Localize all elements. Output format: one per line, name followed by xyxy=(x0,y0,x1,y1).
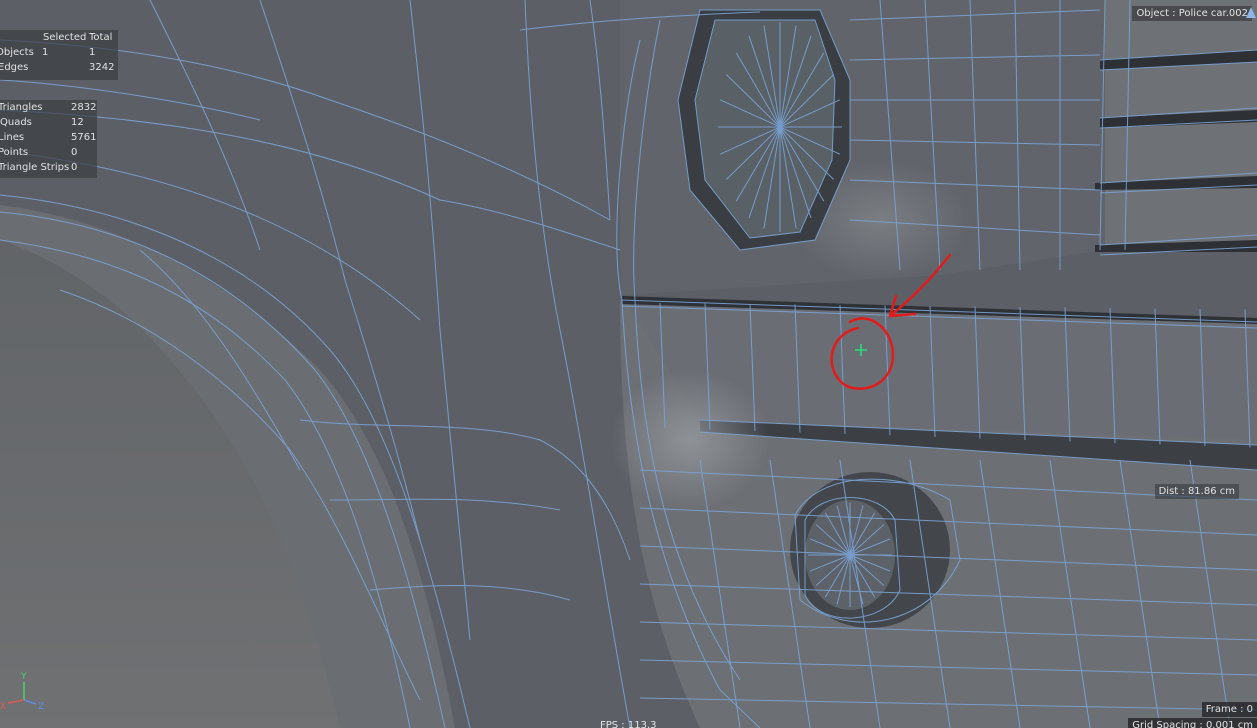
axis-y-label: Y xyxy=(21,672,27,682)
selection-stats-panel: Selected Total Objects 1 1 Edges 3242 xyxy=(0,30,118,80)
fps-readout: FPS : 113.3 xyxy=(600,720,657,728)
points-label: Points xyxy=(0,147,29,158)
triangles-label: Triangles xyxy=(0,102,43,113)
mesh-render xyxy=(0,0,1257,728)
axis-z-label: Z xyxy=(38,702,45,712)
object-label: Object : Police car.002 xyxy=(1132,6,1252,21)
camera-icon[interactable] xyxy=(1245,6,1257,20)
triangles-value: 2832 xyxy=(71,102,97,113)
selected-column-header: Selected xyxy=(43,32,87,43)
objects-selected-value: 1 xyxy=(42,47,49,58)
objects-label: Objects xyxy=(0,47,34,58)
objects-total-value: 1 xyxy=(89,47,96,58)
axis-gizmo: Y X Z xyxy=(0,670,50,715)
quads-label: Quads xyxy=(0,117,32,128)
total-column-header: Total xyxy=(89,32,113,43)
distance-readout: Dist : 81.86 cm xyxy=(1154,484,1239,499)
triangle-strips-label: Triangle Strips xyxy=(0,162,70,173)
quads-value: 12 xyxy=(71,117,84,128)
grid-spacing-readout: Grid Spacing : 0.001 cm xyxy=(1128,718,1257,728)
frame-readout: Frame : 0 xyxy=(1201,702,1257,717)
3d-viewport[interactable]: Selected Total Objects 1 1 Edges 3242 Tr… xyxy=(0,0,1257,728)
geometry-stats-panel: Triangles 2832 Quads 12 Lines 5761 Points 0 … xyxy=(0,100,97,178)
lines-value: 5761 xyxy=(71,132,97,143)
axis-x-label: X xyxy=(0,702,7,712)
points-value: 0 xyxy=(71,147,78,158)
triangle-strips-value: 0 xyxy=(71,162,78,173)
edges-label: Edges xyxy=(0,62,29,73)
edges-total-value: 3242 xyxy=(89,62,115,73)
lines-label: Lines xyxy=(0,132,25,143)
